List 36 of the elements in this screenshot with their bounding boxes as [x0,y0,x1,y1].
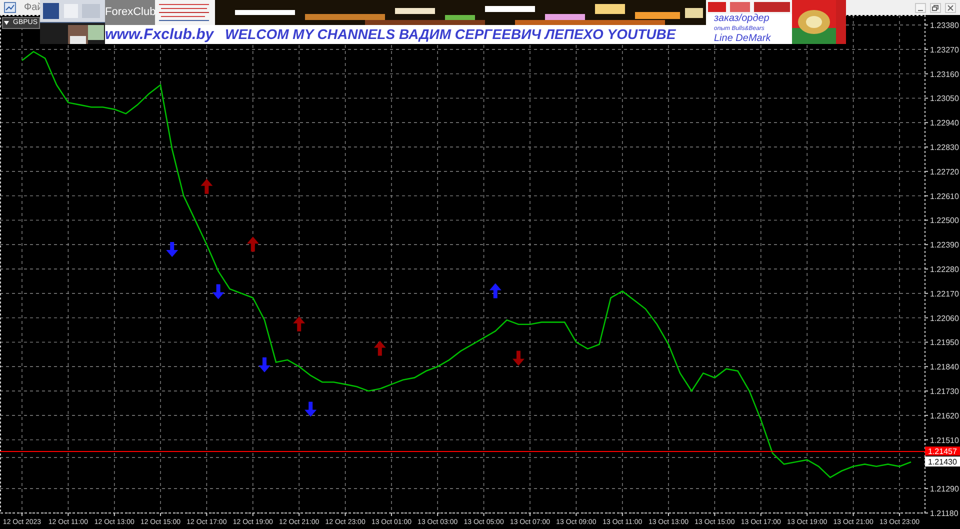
price-label: 1.21730 [930,387,959,396]
price-label: 1.21950 [930,338,959,348]
site-url: www.Fxclub.by [105,25,215,44]
chart-window-icon [4,2,16,13]
banner-caption: Line DeMark [714,34,772,44]
price-label: 1.22060 [930,314,959,323]
banner-caption: заказ/ордер [714,14,770,24]
bid-price-tag: 1.21457 [925,446,960,456]
price-label: 1.22830 [930,143,959,152]
price-label: 1.22280 [930,265,959,274]
price-label: 1.22500 [930,216,959,226]
price-tag: 1.21430 [925,456,960,466]
minimize-button[interactable] [915,2,926,12]
price-label: 1.21180 [930,509,958,518]
y-tick-label: 1.21430 [928,458,958,466]
price-label: 1.23160 [930,70,959,79]
dropdown-icon [4,21,9,25]
restore-button[interactable] [930,2,941,12]
price-label: 1.21290 [930,484,959,494]
price-label: 1.22170 [930,289,959,298]
price-label: 1.22390 [930,240,959,250]
price-label: 1.22610 [930,192,959,201]
price-label: 1.22940 [930,118,959,128]
close-icon [946,4,955,12]
price-label: 1.23050 [930,94,959,104]
restore-icon [931,4,940,12]
price-label: 1.23380 [930,21,959,30]
price-label: 1.21620 [930,411,959,420]
ref-line-label: 1.21457 [928,447,958,456]
price-label: 1.22720 [930,167,959,176]
price-label: 1.23270 [930,45,959,54]
banner-headline: WELCOM MY CHANNELS ВАДИМ СЕРГЕЕВИЧ ЛЕПЕХО YOUTUBE [224,25,677,44]
price-label: 1.21840 [930,362,959,372]
site-name: ForexClub [105,0,155,25]
close-button[interactable] [945,2,956,12]
price-label: 1.21510 [930,436,959,445]
